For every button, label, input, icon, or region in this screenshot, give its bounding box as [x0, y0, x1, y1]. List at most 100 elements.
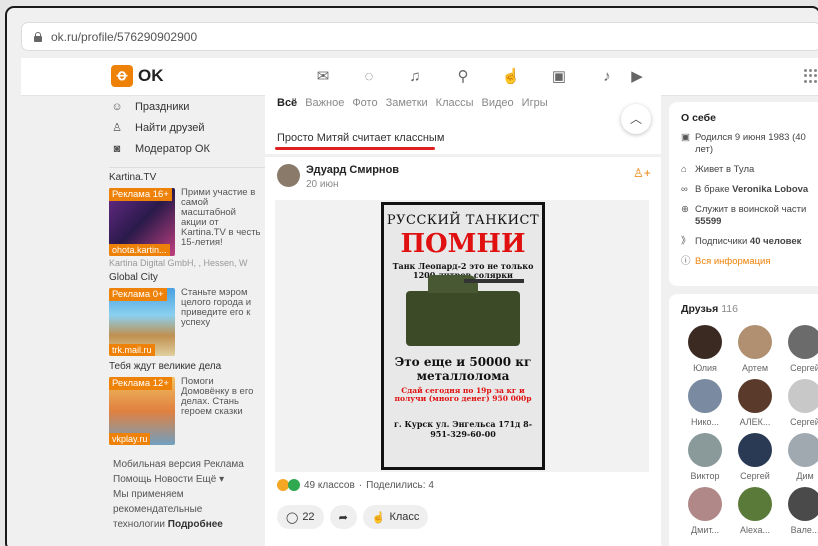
friend-name[interactable]: Нико... — [681, 417, 729, 427]
ad-domain: ohota.kartin... — [109, 244, 170, 256]
friend-name[interactable]: Вале... — [781, 525, 818, 535]
spouse-link[interactable]: Veronika Lobova — [732, 184, 808, 195]
friends-title[interactable]: Друзья 116 — [681, 303, 817, 315]
ad-description[interactable]: Помоги Домовёнку в его делах. Стань геро… — [181, 377, 261, 445]
friend-name[interactable]: Дим — [781, 471, 818, 481]
friend-avatar[interactable] — [738, 379, 772, 413]
add-friend-icon[interactable]: ♙+ — [633, 166, 651, 180]
friend-item[interactable]: Alexa... — [731, 487, 779, 535]
poster-text: Сдай сегодня по 19р за кг и получи (мног… — [394, 386, 532, 403]
reactions-count[interactable]: 49 классов — [304, 480, 355, 491]
post-image[interactable]: РУССКИЙ ТАНКИСТ ПОМНИ Танк Леопард-2 это… — [275, 200, 649, 472]
tab-video[interactable]: Видео — [482, 97, 514, 109]
ok-logo[interactable]: ꝋ OK — [111, 65, 164, 87]
friend-item[interactable]: АЛЕК... — [731, 379, 779, 427]
friend-avatar[interactable] — [788, 379, 818, 413]
tab-photo[interactable]: Фото — [352, 97, 377, 109]
friend-item[interactable]: Юлия — [681, 325, 729, 373]
comments-button[interactable]: ◯ 22 — [277, 505, 324, 529]
author-name[interactable]: Эдуард Смирнов — [306, 164, 399, 176]
friend-name[interactable]: Виктор — [681, 471, 729, 481]
friend-avatar[interactable] — [688, 379, 722, 413]
tv-icon[interactable]: ▶ — [627, 68, 647, 86]
tab-likes[interactable]: Классы — [436, 97, 474, 109]
url-text[interactable]: ok.ru/profile/576290902900 — [51, 30, 197, 44]
friend-item[interactable]: Артем — [731, 325, 779, 373]
info-lives: ⌂ Живет в Тула — [681, 164, 817, 176]
friend-name[interactable]: Дмит... — [681, 525, 729, 535]
friends-panel: Друзья 116 Юлия Артем Сергей Нико... АЛЕК...… — [669, 294, 818, 546]
tab-games[interactable]: Игры — [522, 97, 548, 109]
more-link[interactable]: Подробнее — [168, 519, 223, 530]
ad-global-city[interactable]: Реклама 0+ trk.mail.ru Станьте мэром цел… — [109, 288, 265, 356]
guests-icon[interactable]: ⚲ — [453, 68, 473, 86]
friend-name[interactable]: Alexa... — [731, 525, 779, 535]
bell-icon[interactable]: ♫ — [405, 68, 425, 86]
friend-name[interactable]: Сергей — [781, 363, 818, 373]
tab-all[interactable]: Всё — [277, 97, 297, 109]
ad-image[interactable]: Реклама 12+ vkplay.ru — [109, 377, 175, 445]
friend-item[interactable]: Дмит... — [681, 487, 729, 535]
post-date[interactable]: 20 июн — [306, 179, 399, 190]
friend-item[interactable]: Сергей — [731, 433, 779, 481]
shares-count[interactable]: Поделились: 4 — [366, 480, 434, 491]
friend-name[interactable]: АЛЕК... — [731, 417, 779, 427]
friend-name[interactable]: Сергей — [731, 471, 779, 481]
menu-moderator[interactable]: ◙ Модератор ОК — [109, 138, 265, 159]
info-text[interactable]: Живет в Тула — [695, 164, 754, 176]
friend-item[interactable]: Виктор — [681, 433, 729, 481]
mail-icon[interactable]: ✉ — [313, 68, 333, 86]
friend-item[interactable]: Нико... — [681, 379, 729, 427]
ad-title[interactable]: Kartina.TV — [109, 172, 265, 185]
post-reactions[interactable]: 49 классов · Поделились: 4 — [277, 479, 434, 491]
ad-description[interactable]: Прими участие в самой масштабной акции о… — [181, 188, 261, 256]
friend-avatar[interactable] — [688, 325, 722, 359]
friend-avatar[interactable] — [788, 487, 818, 521]
friend-item[interactable]: Дим — [781, 433, 818, 481]
friend-avatar[interactable] — [688, 487, 722, 521]
all-info-text[interactable]: Вся информация — [695, 256, 771, 268]
ad-description[interactable]: Станьте мэром целого города и приведите … — [181, 288, 261, 356]
ad-title[interactable]: Тебя ждут великие дела — [109, 361, 265, 374]
tab-notes[interactable]: Заметки — [386, 97, 428, 109]
footer-line[interactable]: Мобильная версия Реклама — [113, 457, 265, 472]
friend-avatar[interactable] — [788, 325, 818, 359]
friend-name[interactable]: Артем — [731, 363, 779, 373]
friend-avatar[interactable] — [738, 325, 772, 359]
video-icon[interactable]: ▣ — [549, 68, 569, 86]
tab-important[interactable]: Важное — [305, 97, 344, 109]
ad-image[interactable]: Реклама 0+ trk.mail.ru — [109, 288, 175, 356]
unit-link[interactable]: 55599 — [695, 216, 721, 227]
chat-icon[interactable]: ◌ — [359, 68, 379, 86]
menu-find-friends[interactable]: ♙ Найти друзей — [109, 117, 265, 138]
apps-grid-icon[interactable] — [804, 69, 818, 83]
scroll-up-button[interactable]: ︿ — [621, 104, 651, 134]
like-button[interactable]: ☝ Класс — [362, 505, 429, 529]
left-column: ☺ Праздники ♙ Найти друзей ◙ Модератор О… — [109, 96, 265, 546]
like-icon[interactable]: ☝ — [501, 68, 521, 86]
poster: РУССКИЙ ТАНКИСТ ПОМНИ Танк Леопард-2 это… — [381, 202, 545, 470]
post-author[interactable]: Эдуард Смирнов 20 июн — [277, 164, 399, 190]
friend-avatar[interactable] — [788, 433, 818, 467]
friend-name[interactable]: Юлия — [681, 363, 729, 373]
friend-avatar[interactable] — [738, 487, 772, 521]
friend-avatar[interactable] — [738, 433, 772, 467]
friend-item[interactable]: Сергей — [781, 325, 818, 373]
subscribers-link[interactable]: 40 человек — [750, 236, 801, 247]
friend-item[interactable]: Сергей — [781, 379, 818, 427]
ad-image[interactable]: Реклама 16+ ohota.kartin... — [109, 188, 175, 256]
ad-vkplay[interactable]: Реклама 12+ vkplay.ru Помоги Домовёнку в… — [109, 377, 265, 445]
friend-name[interactable]: Сергей — [781, 417, 818, 427]
friend-item[interactable]: Вале... — [781, 487, 818, 535]
all-info-link[interactable]: ⓘ Вся информация — [681, 256, 817, 268]
address-bar[interactable]: ok.ru/profile/576290902900 — [21, 22, 818, 51]
ad-title[interactable]: Global City — [109, 272, 265, 285]
rings-icon: ∞ — [681, 184, 688, 195]
music-icon[interactable]: ♪ — [597, 68, 617, 86]
friend-avatar[interactable] — [688, 433, 722, 467]
footer-line[interactable]: Помощь Новости Ещё ▾ — [113, 472, 265, 487]
ad-kartina[interactable]: Реклама 16+ ohota.kartin... Прими участи… — [109, 188, 265, 256]
avatar[interactable] — [277, 164, 300, 187]
menu-holidays[interactable]: ☺ Праздники — [109, 96, 265, 117]
share-button[interactable]: ➦ — [329, 505, 357, 529]
